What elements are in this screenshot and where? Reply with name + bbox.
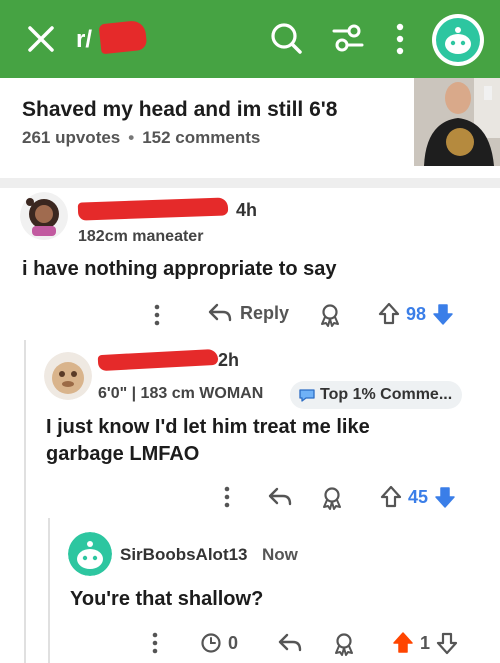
vote-controls: 45 <box>380 485 456 509</box>
comment-count: 152 comments <box>142 128 261 147</box>
thread-line[interactable] <box>48 518 50 663</box>
more-vertical-icon <box>152 632 158 654</box>
award-button[interactable] <box>318 303 342 327</box>
awards-count-button[interactable]: 0 <box>200 632 238 654</box>
award-icon <box>323 487 341 510</box>
comment-age: 2h <box>218 350 240 370</box>
more-vertical-icon[interactable] <box>390 20 410 58</box>
score: 98 <box>406 303 427 324</box>
comment-body-line: I just know I'd let him treat me like <box>46 416 370 438</box>
snoo-avatar-icon <box>68 532 112 576</box>
upvote-icon[interactable] <box>392 631 414 655</box>
thread-line[interactable] <box>24 340 26 663</box>
awards-count: 0 <box>228 632 239 653</box>
vote-controls: 1 <box>392 631 458 655</box>
commenter-avatar[interactable] <box>68 532 112 576</box>
award-icon <box>321 304 339 327</box>
user-flair: 6'0" | 183 cm WOMAN <box>98 385 264 402</box>
redacted-username <box>77 197 229 221</box>
comment-more-button[interactable] <box>150 630 160 656</box>
post-header[interactable]: Shaved my head and im still 6'8 261 upvo… <box>0 78 500 178</box>
post-thumbnail[interactable] <box>414 78 500 166</box>
comment-more-button[interactable] <box>222 484 232 510</box>
more-vertical-icon <box>224 486 230 508</box>
downvote-icon[interactable] <box>436 631 458 655</box>
award-badge-icon <box>201 633 221 653</box>
downvote-icon[interactable] <box>432 302 454 326</box>
meta-separator: • <box>128 128 135 147</box>
redaction-mark <box>98 19 148 55</box>
avatar-image <box>44 352 92 400</box>
avatar-image <box>20 192 68 240</box>
search-icon[interactable] <box>268 20 304 56</box>
award-button[interactable] <box>332 632 356 656</box>
reply-icon <box>278 633 302 652</box>
close-icon[interactable] <box>24 22 58 56</box>
comment-body: i have nothing appropriate to say <box>22 258 337 280</box>
commenter-avatar[interactable] <box>20 192 68 240</box>
comment-body-line: garbage LMFAO <box>46 443 200 465</box>
badge-label: Top 1% Comme... <box>320 386 453 403</box>
comment-username[interactable]: SirBoobsAlot13 <box>120 545 248 565</box>
score: 1 <box>420 632 431 653</box>
comment-age: 4h <box>236 200 258 220</box>
user-avatar[interactable] <box>432 14 484 66</box>
more-vertical-icon <box>154 304 160 326</box>
top-commenter-badge[interactable]: Top 1% Comme... <box>290 381 463 409</box>
redacted-username <box>97 348 219 372</box>
snoo-avatar-icon <box>445 27 471 54</box>
top-commenter-icon <box>299 389 315 402</box>
downvote-icon[interactable] <box>434 485 456 509</box>
top-app-bar: r/ <box>0 0 500 78</box>
reply-label: Reply <box>240 302 290 323</box>
filter-icon[interactable] <box>330 20 366 56</box>
award-icon <box>335 633 353 656</box>
score: 45 <box>408 486 429 507</box>
upvote-icon[interactable] <box>378 302 400 326</box>
reply-button[interactable] <box>278 632 302 654</box>
section-divider <box>0 178 500 188</box>
reply-icon <box>268 487 292 506</box>
commenter-avatar[interactable] <box>44 352 92 400</box>
vote-controls: 98 <box>378 302 454 326</box>
subreddit-name[interactable]: r/ <box>76 26 92 54</box>
reply-button[interactable]: Reply <box>208 302 289 324</box>
post-title[interactable]: Shaved my head and im still 6'8 <box>22 98 337 122</box>
comment-body: You're that shallow? <box>70 588 264 610</box>
reply-button[interactable] <box>268 486 292 508</box>
post-meta: 261 upvotes • 152 comments <box>22 128 260 148</box>
user-flair: 182cm maneater <box>78 228 204 245</box>
upvote-icon[interactable] <box>380 485 402 509</box>
upvote-count: 261 upvotes <box>22 128 121 147</box>
comment-age: Now <box>262 545 298 564</box>
comment-more-button[interactable] <box>152 302 162 328</box>
award-button[interactable] <box>320 486 344 510</box>
post-thumbnail-image <box>414 78 500 166</box>
reply-icon <box>208 303 232 322</box>
